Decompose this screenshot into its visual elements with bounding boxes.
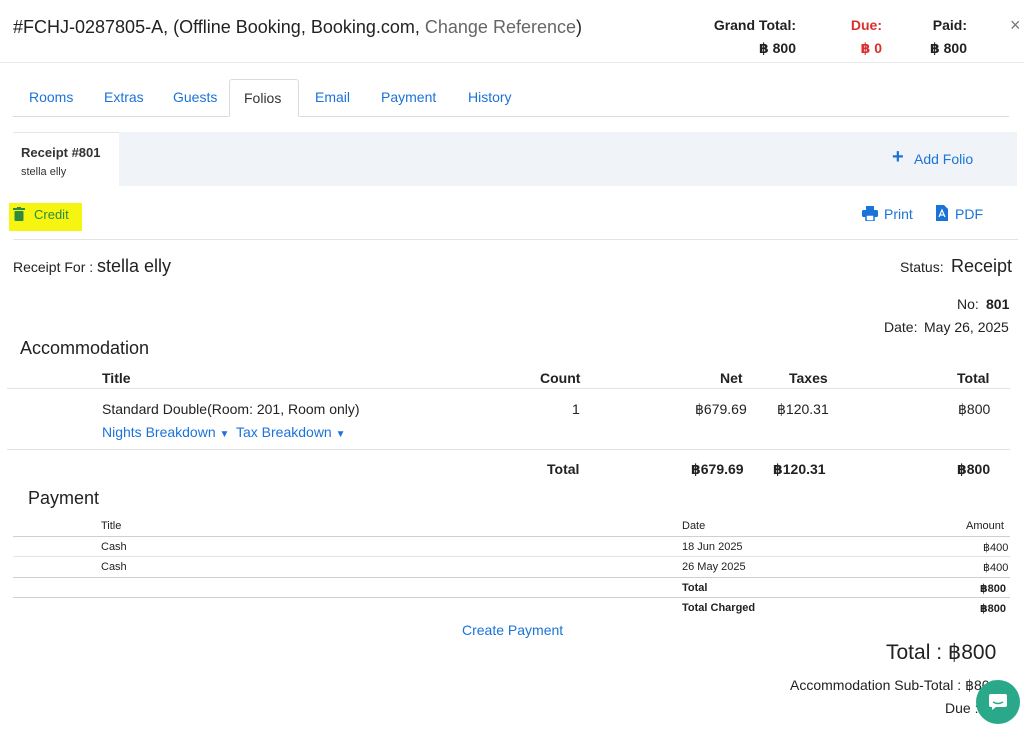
trash-icon [13, 207, 25, 224]
col-taxes-header: Taxes [789, 370, 828, 386]
folio-card-title: Receipt #801 [21, 145, 101, 160]
tab-guests[interactable]: Guests [159, 79, 231, 117]
print-label: Print [884, 206, 913, 222]
chat-icon [988, 692, 1008, 715]
tab-extras[interactable]: Extras [90, 79, 158, 117]
paid-value: ฿ 800 [930, 40, 967, 56]
tab-payment[interactable]: Payment [367, 79, 450, 117]
folio-card-name: stella elly [21, 166, 67, 178]
pdf-file-icon [936, 205, 948, 224]
receipt-no-value: 801 [986, 296, 1010, 312]
grand-total-label: Grand Total: [713, 17, 796, 33]
nights-breakdown-link[interactable]: Nights Breakdown ▼ [102, 424, 229, 440]
total-charged-value: ฿800 [980, 603, 1007, 615]
payment-col-amount: Amount [966, 520, 1004, 532]
grand-total-value: ฿ 800 [759, 40, 796, 56]
close-icon[interactable]: × [1010, 15, 1021, 36]
paid-label: Paid: [932, 17, 967, 33]
accommodation-total-total: ฿800 [957, 461, 991, 477]
status-label: Status: [900, 259, 944, 275]
accommodation-row-net: ฿679.69 [695, 401, 747, 417]
caret-down-icon: ▼ [335, 429, 346, 440]
col-title-header: Title [102, 370, 131, 386]
caret-down-icon: ▼ [219, 429, 230, 440]
col-count-header: Count [540, 370, 581, 386]
printer-icon [862, 206, 878, 224]
payment-row-2-date: 26 May 2025 [682, 561, 746, 573]
payment-row-2-title: Cash [101, 561, 127, 573]
folio-card-receipt-801[interactable]: Receipt #801 stella elly [13, 132, 119, 186]
receipt-no-label: No: [957, 296, 979, 312]
due-value: ฿ 0 [860, 40, 882, 56]
payment-row-1-date: 18 Jun 2025 [682, 541, 743, 553]
accommodation-heading: Accommodation [20, 338, 150, 358]
col-total-header: Total [957, 370, 990, 386]
accommodation-header-divider [7, 388, 1010, 389]
create-payment-link[interactable]: Create Payment [462, 622, 563, 638]
add-folio-label: Add Folio [914, 151, 974, 167]
payment-row-1-amount: ฿400 [983, 542, 1009, 554]
payment-row-2-amount: ฿400 [983, 562, 1009, 574]
payment-total-divider [13, 597, 1010, 598]
payment-rows-divider [13, 577, 1010, 578]
header-divider [0, 62, 1024, 63]
booking-reference: #FCHJ-0287805-A, (Offline Booking, Booki… [13, 17, 420, 37]
accommodation-row-title: Standard Double(Room: 201, Room only) [102, 401, 360, 417]
accommodation-row-taxes: ฿120.31 [777, 401, 829, 417]
payment-row-divider [13, 556, 1010, 557]
accommodation-total-net: ฿679.69 [691, 461, 744, 477]
accommodation-subtotal: Accommodation Sub-Total : ฿800 [790, 677, 998, 693]
status-value: Receipt [951, 256, 1013, 276]
accommodation-row-divider [7, 449, 1010, 450]
tab-folios[interactable]: Folios [229, 79, 299, 117]
accommodation-total-taxes: ฿120.31 [773, 461, 826, 477]
accommodation-total-label: Total [547, 461, 580, 477]
receipt-date-value: May 26, 2025 [924, 319, 1009, 335]
total-charged-label: Total Charged [682, 602, 756, 614]
tab-email[interactable]: Email [301, 79, 364, 117]
payment-header-divider [13, 536, 1010, 537]
payment-heading: Payment [28, 488, 100, 508]
change-reference-link[interactable]: Change Reference [425, 17, 576, 37]
tax-breakdown-label: Tax Breakdown [236, 424, 332, 440]
accommodation-row-count: 1 [572, 401, 580, 417]
tax-breakdown-link[interactable]: Tax Breakdown ▼ [236, 424, 346, 440]
due-label: Due: [850, 17, 882, 33]
footer-due: Due : [945, 700, 979, 716]
nights-breakdown-label: Nights Breakdown [102, 424, 216, 440]
payment-row-1-title: Cash [101, 541, 127, 553]
plus-icon: + [892, 146, 904, 168]
pdf-label: PDF [955, 206, 983, 222]
print-button[interactable]: Print [860, 204, 920, 224]
booking-title: #FCHJ-0287805-A, (Offline Booking, Booki… [13, 17, 582, 37]
accommodation-row-total: ฿800 [958, 401, 991, 417]
pdf-button[interactable]: PDF [934, 204, 984, 224]
receipt-for-label: Receipt For : [13, 259, 94, 275]
toolbar-divider [13, 239, 1018, 240]
payment-col-title: Title [101, 520, 122, 532]
receipt-date-label: Date: [884, 319, 918, 335]
add-folio-button[interactable]: + Add Folio [858, 142, 1008, 176]
tab-rooms[interactable]: Rooms [15, 79, 87, 117]
payment-col-date: Date [682, 520, 706, 532]
payment-total-label: Total [682, 582, 708, 594]
col-net-header: Net [720, 370, 743, 386]
payment-total-value: ฿800 [980, 583, 1007, 595]
receipt-for-name: stella elly [97, 256, 172, 276]
grand-total-footer: Total : ฿800 [886, 641, 997, 664]
credit-label: Credit [34, 207, 69, 222]
credit-button[interactable]: Credit [9, 203, 82, 231]
chat-launcher-button[interactable] [976, 680, 1020, 724]
tab-history[interactable]: History [454, 79, 526, 117]
